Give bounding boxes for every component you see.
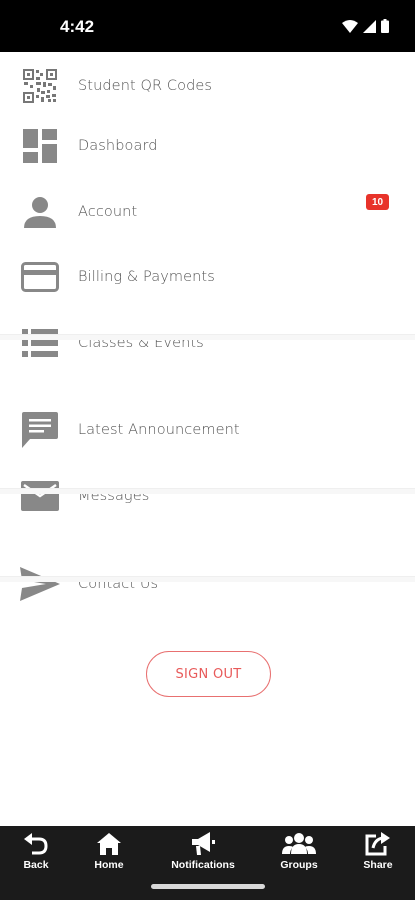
- person-icon: [20, 194, 60, 230]
- nav-share-button[interactable]: Share: [333, 832, 415, 871]
- send-icon: [20, 566, 60, 602]
- menu-label-latest-announcement: Latest Announcement: [78, 422, 240, 438]
- nav-label-notifications: Notifications: [171, 859, 235, 871]
- nav-home-button[interactable]: Home: [64, 832, 154, 871]
- dashboard-icon: [20, 128, 60, 164]
- menu-item-student-qr-codes[interactable]: Student QR Codes: [0, 56, 415, 116]
- menu-item-billing-payments[interactable]: Billing & Payments: [0, 247, 415, 307]
- signal-icon: [363, 19, 376, 33]
- menu-item-latest-announcement[interactable]: Latest Announcement: [0, 400, 415, 460]
- menu-label-student-qr-codes: Student QR Codes: [78, 78, 213, 94]
- menu-item-classes-events[interactable]: Classes & Events: [0, 313, 415, 373]
- groups-icon: [282, 832, 316, 856]
- account-notification-badge: 10: [366, 194, 389, 210]
- wifi-icon: [342, 19, 358, 33]
- section-divider: [0, 576, 415, 582]
- menu-label-billing-payments: Billing & Payments: [78, 269, 215, 285]
- sign-out-button[interactable]: SIGN OUT: [146, 651, 271, 697]
- nav-label-back: Back: [23, 859, 49, 871]
- status-icons: [342, 19, 389, 33]
- status-time: 4:42: [60, 17, 95, 36]
- home-indicator[interactable]: [151, 884, 265, 889]
- status-bar: 4:42: [0, 0, 415, 52]
- battery-icon: [381, 19, 389, 33]
- section-divider: [0, 334, 415, 340]
- menu-item-contact-us[interactable]: Contact Us: [0, 554, 415, 614]
- envelope-icon: [20, 478, 60, 514]
- menu-item-dashboard[interactable]: Dashboard: [0, 116, 415, 176]
- back-arrow-icon: [24, 832, 48, 856]
- menu-item-messages[interactable]: Messages: [0, 466, 415, 526]
- share-icon: [365, 832, 391, 856]
- menu-label-dashboard: Dashboard: [78, 138, 158, 154]
- nav-label-groups: Groups: [280, 859, 318, 871]
- megaphone-icon: [190, 832, 216, 856]
- nav-label-home: Home: [94, 859, 124, 871]
- menu-item-account[interactable]: Account: [0, 182, 415, 242]
- nav-label-share: Share: [363, 859, 393, 871]
- menu-label-account: Account: [78, 204, 138, 220]
- list-icon: [20, 325, 60, 361]
- announcement-icon: [20, 412, 60, 448]
- qr-code-icon: [20, 68, 60, 104]
- home-icon: [97, 832, 121, 856]
- nav-groups-button[interactable]: Groups: [254, 832, 344, 871]
- nav-notifications-button[interactable]: Notifications: [158, 832, 248, 871]
- credit-card-icon: [20, 259, 60, 295]
- section-divider: [0, 488, 415, 494]
